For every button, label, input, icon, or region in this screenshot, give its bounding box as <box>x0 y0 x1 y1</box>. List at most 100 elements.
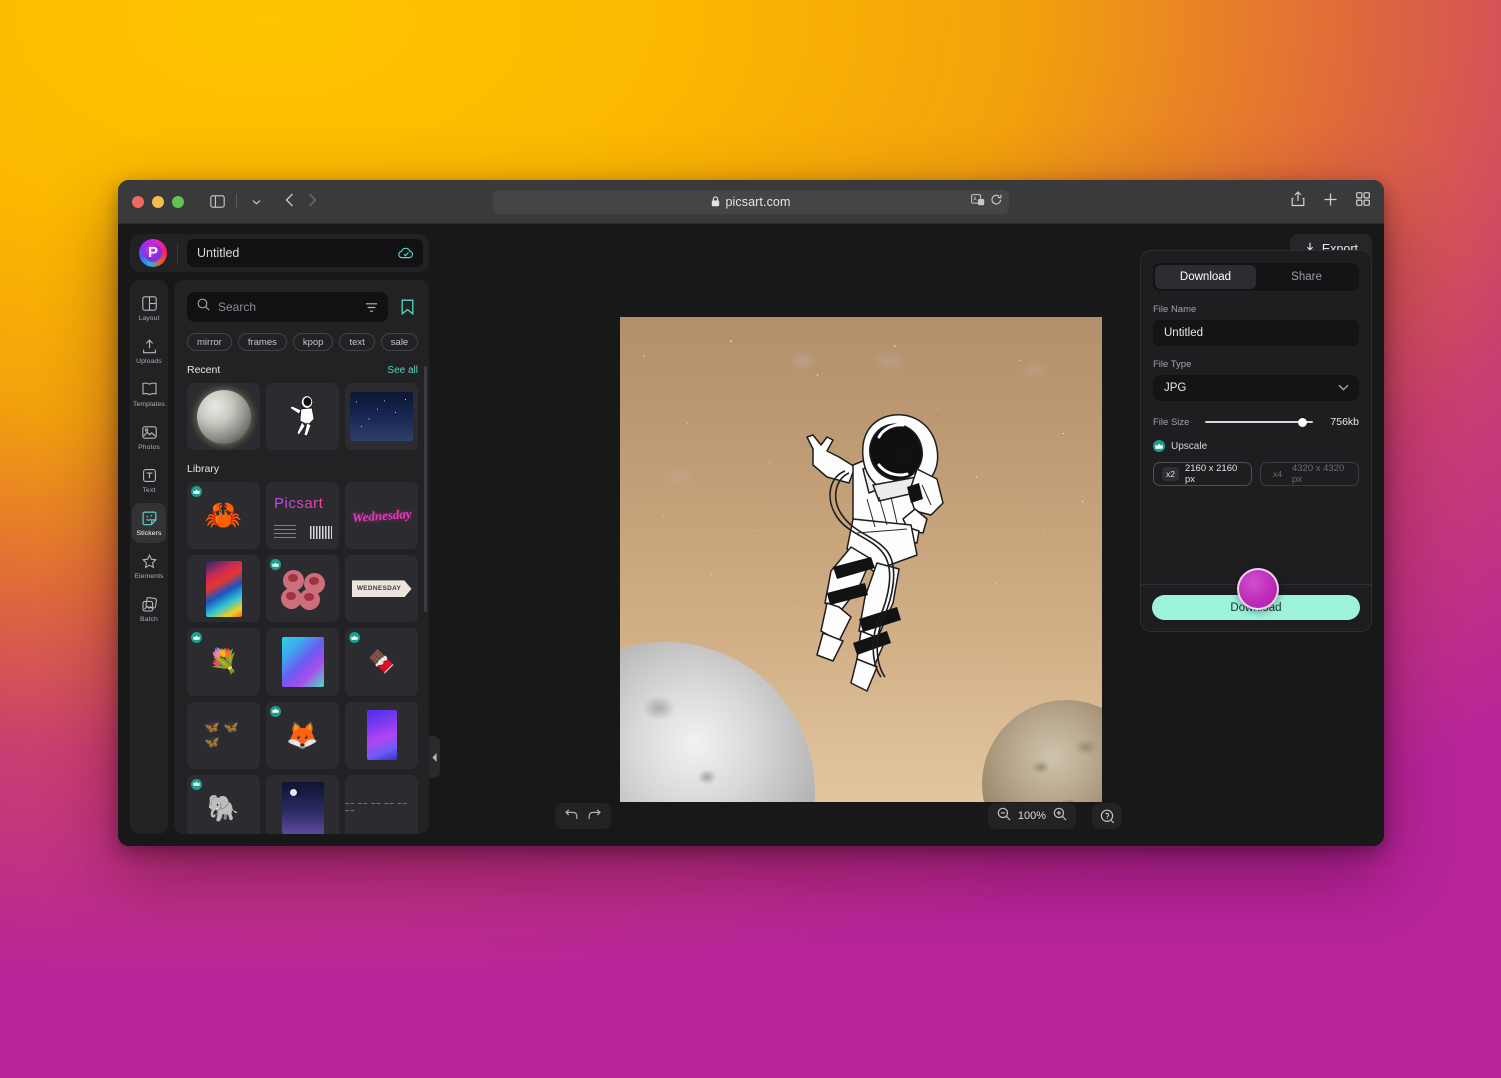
file-name-value: Untitled <box>1164 327 1203 339</box>
tag-chip-mirror[interactable]: mirror <box>187 333 232 351</box>
tab-share[interactable]: Share <box>1256 265 1357 289</box>
file-size-row: File Size 756kb <box>1153 416 1359 428</box>
address-bar[interactable]: picsart.com A <box>493 189 1009 214</box>
fox-detective-sticker[interactable]: 🦊 <box>266 701 339 769</box>
wednesday-tag-art: WEDNESDAY <box>351 580 412 598</box>
zoom-out-icon[interactable] <box>997 807 1011 826</box>
lock-icon <box>711 196 720 207</box>
upscale-option-x4[interactable]: x4 4320 x 4320 px <box>1260 462 1359 486</box>
astronaut-in-space-artwork[interactable] <box>767 407 987 737</box>
file-type-label: File Type <box>1153 359 1192 370</box>
astronaut-art <box>288 395 314 437</box>
svg-text:A: A <box>973 196 977 202</box>
layout-icon <box>141 295 157 312</box>
gradient-stripes-art <box>205 560 242 617</box>
recent-section-header: Recent See all <box>187 364 418 376</box>
wednesday-script-sticker[interactable]: Wednesday <box>345 482 418 550</box>
upscale-option-x2[interactable]: x2 2160 x 2160 px <box>1153 462 1252 486</box>
sidebar-item-layout[interactable]: Layout <box>132 288 166 328</box>
text-icon <box>142 467 157 484</box>
sidebar-item-templates[interactable]: Templates <box>132 374 166 414</box>
tag-chip-text[interactable]: text <box>339 333 375 351</box>
panel-scrollbar[interactable] <box>424 366 427 612</box>
chocolate-art: 🍫 <box>367 649 396 675</box>
window-traffic-lights[interactable] <box>132 195 184 208</box>
sidebar-item-batch[interactable]: Batch <box>132 589 166 629</box>
maximize-window-button[interactable] <box>172 195 184 208</box>
tag-chip-kpop[interactable]: kpop <box>292 333 334 351</box>
night-clouds-art <box>281 782 324 834</box>
download-panel-footer: Download <box>1141 568 1371 631</box>
crab-sticker[interactable]: 🦀 <box>187 482 260 550</box>
dashes-sticker[interactable]: ~~ ~~ ~~ ~~ ~~ ~~ <box>345 774 418 834</box>
bookmark-icon[interactable] <box>396 294 418 320</box>
aurora-gradient-sticker[interactable] <box>266 628 339 696</box>
sidebar-item-stickers[interactable]: Stickers <box>132 503 166 543</box>
minimize-window-button[interactable] <box>152 195 164 208</box>
picsart-app: P Untitled Export Layout Uploads Templat… <box>118 224 1384 846</box>
gradient-stripes-sticker[interactable] <box>187 555 260 623</box>
sidebar-item-label: Stickers <box>136 529 162 537</box>
upscale-row: Upscale <box>1153 440 1359 452</box>
upscale-size: 2160 x 2160 px <box>1184 463 1238 485</box>
flower-bouquet-sticker[interactable]: 💐 <box>187 628 260 696</box>
undo-icon[interactable] <box>565 807 578 825</box>
file-name-input[interactable]: Untitled <box>1153 320 1359 346</box>
plus-icon[interactable] <box>1323 192 1338 212</box>
berries-sticker[interactable] <box>266 555 339 623</box>
purple-gradient-sticker[interactable] <box>345 701 418 769</box>
zoom-in-icon[interactable] <box>1053 807 1067 826</box>
search-input[interactable]: Search <box>187 292 388 322</box>
tag-chip-frames[interactable]: frames <box>237 333 287 351</box>
file-type-select[interactable]: JPG <box>1153 375 1359 401</box>
redo-icon[interactable] <box>588 807 601 825</box>
moon-sticker[interactable] <box>187 383 260 451</box>
tab-download[interactable]: Download <box>1155 265 1256 289</box>
sidebar-item-elements[interactable]: Elements <box>132 546 166 586</box>
browser-titlebar: picsart.com A <box>118 180 1384 224</box>
reader-mode-icon[interactable]: A <box>971 193 985 211</box>
back-chevron-icon[interactable] <box>285 193 294 210</box>
reload-icon[interactable] <box>991 193 1002 211</box>
slider-knob[interactable] <box>1298 417 1307 427</box>
close-window-button[interactable] <box>132 195 144 208</box>
flower-bouquet-art: 💐 <box>208 648 239 676</box>
wednesday-tag-word: WEDNESDAY <box>356 585 402 593</box>
upscale-options: x2 2160 x 2160 px x4 4320 x 4320 px <box>1153 462 1359 486</box>
berries-art <box>279 568 327 610</box>
tag-chip-sale[interactable]: sale <box>380 333 419 351</box>
tab-grid-icon[interactable] <box>1356 192 1370 211</box>
file-type-block: File Type JPG <box>1153 359 1359 401</box>
photos-icon <box>141 424 157 441</box>
picsart-card-art: Picsart <box>266 482 339 549</box>
chocolate-sticker[interactable]: 🍫 <box>345 628 418 696</box>
sidebar-item-photos[interactable]: Photos <box>132 417 166 457</box>
night-sky-sticker[interactable] <box>345 383 418 451</box>
see-all-link[interactable]: See all <box>387 365 418 376</box>
picsart-card-sticker[interactable]: Picsart <box>266 482 339 550</box>
forward-chevron-icon[interactable] <box>308 193 317 210</box>
artboard[interactable] <box>620 317 1102 802</box>
elephant-sticker[interactable]: 🐘 <box>187 774 260 834</box>
sidebar-toggle-icon[interactable] <box>204 190 230 214</box>
document-title-field[interactable]: Untitled <box>187 239 423 267</box>
help-chat-icon[interactable] <box>1092 803 1122 829</box>
wednesday-script-word: Wednesday <box>351 505 412 525</box>
url-text: picsart.com <box>725 194 791 209</box>
file-size-slider[interactable] <box>1205 417 1313 427</box>
file-name-block: File Name Untitled <box>1153 304 1359 346</box>
wednesday-tag-sticker[interactable]: WEDNESDAY <box>345 555 418 623</box>
astronaut-sticker[interactable] <box>266 383 339 451</box>
sidebar-item-uploads[interactable]: Uploads <box>132 331 166 371</box>
chevron-down-icon[interactable] <box>243 190 269 214</box>
filter-icon[interactable] <box>365 302 378 313</box>
recent-title: Recent <box>187 364 221 376</box>
picsart-card-word: Picsart <box>274 495 324 513</box>
butterflies-sticker[interactable]: 🦋🦋 🦋 <box>187 701 260 769</box>
night-clouds-sticker[interactable] <box>266 774 339 834</box>
share-icon[interactable] <box>1291 191 1305 212</box>
picsart-logo[interactable]: P <box>139 239 167 267</box>
sidebar-item-text[interactable]: Text <box>132 460 166 500</box>
file-size-value: 756kb <box>1330 416 1359 428</box>
upscale-size: 4320 x 4320 px <box>1291 463 1345 485</box>
